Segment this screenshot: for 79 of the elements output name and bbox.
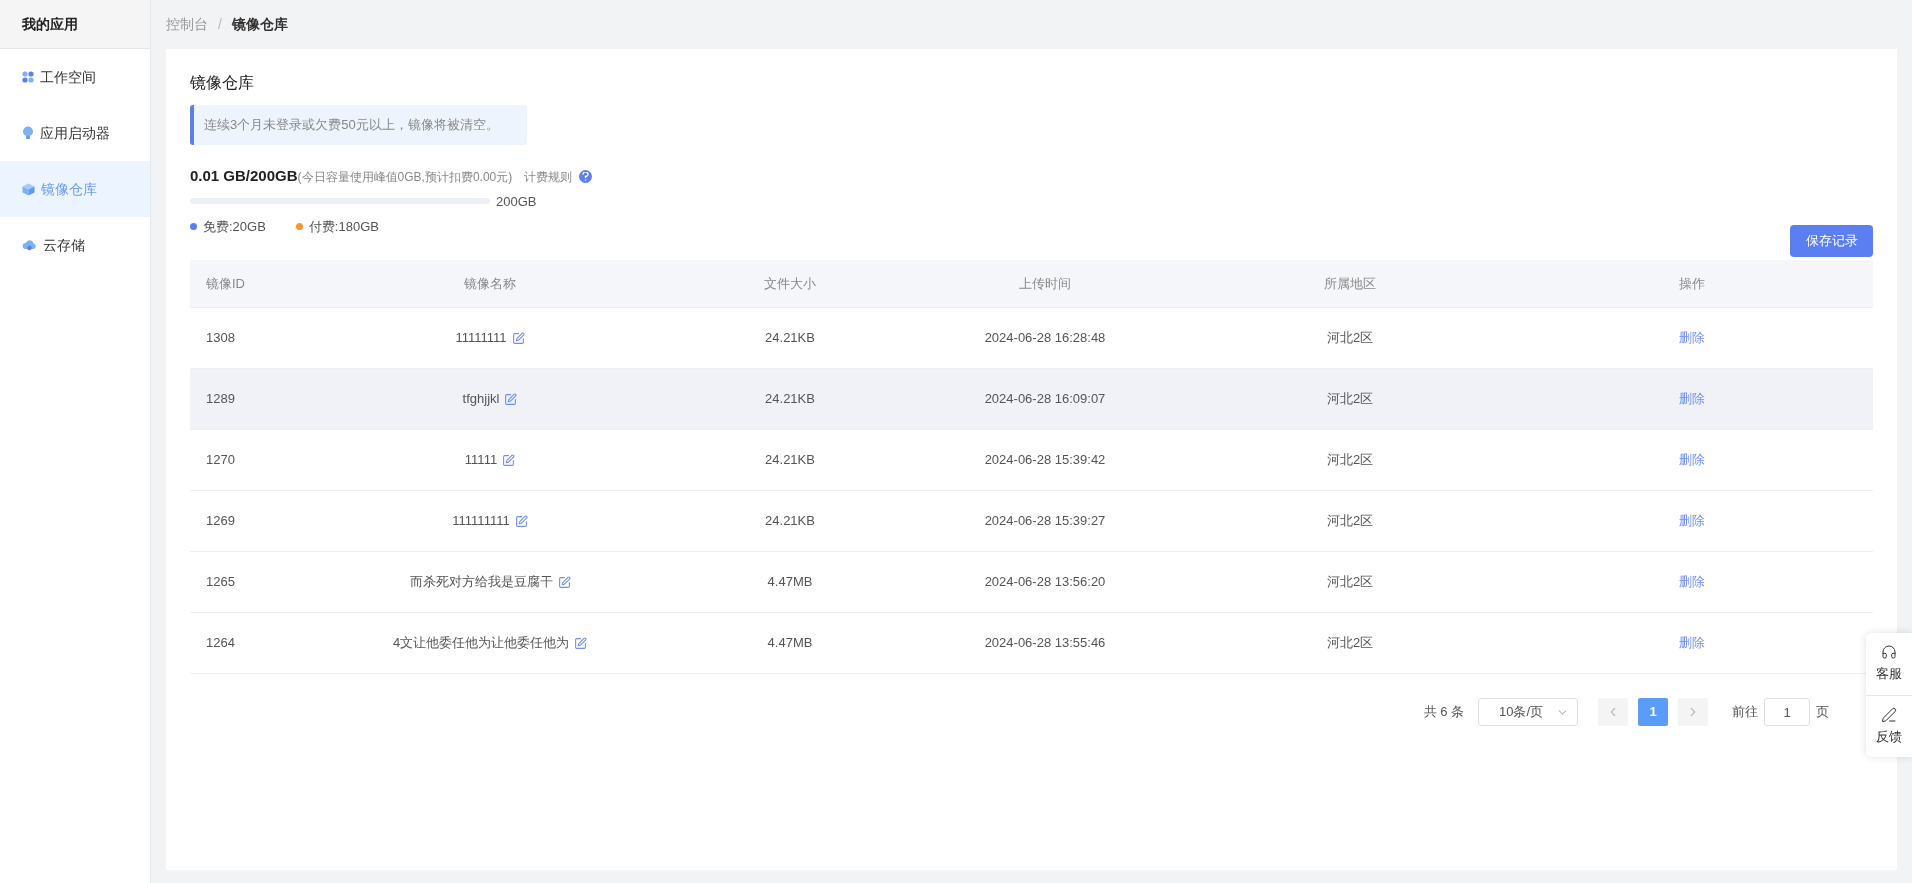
edit-icon[interactable] — [574, 636, 588, 650]
breadcrumb-separator: / — [218, 15, 222, 34]
billing-rules-link[interactable]: 计费规则 — [524, 168, 573, 186]
table-cell: 1264 — [206, 635, 235, 651]
edit-icon[interactable] — [557, 575, 571, 589]
table-cell: 1270 — [206, 452, 235, 468]
page-size-select[interactable]: 10条/页 — [1478, 698, 1578, 726]
sidebar-title: 我的应用 — [22, 14, 78, 34]
table-cell-text: 11111111 — [455, 329, 507, 348]
sidebar-item[interactable]: 应用启动器 — [0, 105, 150, 161]
column-header: 所属地区 — [1324, 276, 1376, 291]
table-cell: 4.47MB — [767, 574, 813, 590]
table-cell: 4.47MB — [767, 635, 813, 651]
table-cell: 2024-06-28 16:28:48 — [984, 330, 1106, 346]
table-cell-text: 4文让他委任他为让他委任他为 — [392, 634, 570, 653]
table-cell: 河北2区 — [1326, 330, 1374, 346]
cube-icon — [22, 182, 35, 196]
floating-panel-button[interactable]: 客服 — [1866, 633, 1912, 695]
column-header: 文件大小 — [764, 276, 816, 291]
save-records-button[interactable]: 保存记录 — [1790, 225, 1873, 257]
storage-usage: 0.01 GB/200GB — [190, 166, 298, 186]
table-cell: 24.21KB — [765, 513, 815, 529]
column-header: 上传时间 — [1019, 276, 1071, 291]
table-cell-text: tfghjjkl — [462, 390, 500, 409]
table-cell: 河北2区 — [1326, 452, 1374, 468]
page-title: 镜像仓库 — [190, 73, 255, 93]
table-cell: 河北2区 — [1326, 513, 1374, 529]
table-cell: 1265 — [206, 574, 235, 590]
table-cell: 1308 — [206, 330, 235, 346]
table-cell: 24.21KB — [765, 330, 815, 346]
table-cell-text: 11111 — [464, 451, 498, 470]
delete-link[interactable]: 删除 — [1678, 391, 1705, 407]
column-header: 镜像名称 — [464, 276, 516, 291]
breadcrumb-link[interactable]: 控制台 — [166, 14, 208, 35]
capacity-label: 200GB — [496, 192, 537, 211]
delete-link[interactable]: 删除 — [1678, 513, 1705, 529]
grid-icon — [22, 71, 34, 83]
page-number-field[interactable]: 1 — [1764, 698, 1810, 726]
total-count: 共 6 条 — [1423, 703, 1464, 722]
column-header: 镜像ID — [206, 276, 245, 291]
floating-panel-button[interactable]: 反馈 — [1866, 695, 1912, 757]
cloud-icon — [22, 239, 37, 251]
table-cell: 1269 — [206, 513, 235, 529]
goto-label: 前往 — [1732, 703, 1758, 722]
table-cell: 1289 — [206, 391, 235, 407]
delete-link[interactable]: 删除 — [1678, 452, 1705, 468]
table-cell: 2024-06-28 16:09:07 — [984, 391, 1106, 407]
table-cell: 2024-06-28 15:39:42 — [984, 452, 1106, 468]
table-cell: 2024-06-28 13:55:46 — [984, 635, 1106, 651]
table-cell: 24.21KB — [765, 452, 815, 468]
lightbulb-icon — [22, 126, 34, 140]
column-header: 操作 — [1678, 276, 1705, 291]
pen-icon — [1881, 706, 1897, 723]
edit-icon[interactable] — [514, 514, 528, 528]
legend-label: 免费:20GB — [203, 218, 266, 236]
delete-link[interactable]: 删除 — [1678, 635, 1705, 651]
sidebar-item[interactable]: 工作空间 — [0, 49, 150, 105]
help-icon[interactable] — [579, 169, 593, 183]
usage-detail: (今日容量使用峰值0GB,预计扣费0.00元) — [297, 169, 513, 186]
goto-suffix: 页 — [1816, 703, 1829, 722]
page-button[interactable]: 1 — [1638, 698, 1668, 726]
sidebar-item[interactable]: 云存储 — [0, 217, 150, 273]
notice-banner: 连续3个月未登录或欠费50元以上，镜像将被清空。 — [190, 105, 527, 145]
table-cell-text: 111111111 — [452, 512, 510, 531]
delete-link[interactable]: 删除 — [1678, 330, 1705, 346]
edit-icon[interactable] — [511, 331, 525, 345]
edit-icon[interactable] — [502, 453, 516, 467]
table-cell: 河北2区 — [1326, 391, 1374, 407]
table-cell-text: 而杀死对方给我是豆腐干 — [409, 573, 553, 592]
table-cell: 河北2区 — [1326, 574, 1374, 590]
legend-label: 付费:180GB — [308, 218, 379, 236]
sidebar-item[interactable]: 镜像仓库 — [0, 161, 150, 217]
delete-link[interactable]: 删除 — [1678, 574, 1705, 590]
headset-icon — [1881, 644, 1897, 661]
table-cell: 24.21KB — [765, 391, 815, 407]
table-cell: 河北2区 — [1326, 635, 1374, 651]
table-cell: 2024-06-28 13:56:20 — [984, 574, 1106, 590]
edit-icon[interactable] — [504, 392, 518, 406]
table-cell: 2024-06-28 15:39:27 — [984, 513, 1106, 529]
